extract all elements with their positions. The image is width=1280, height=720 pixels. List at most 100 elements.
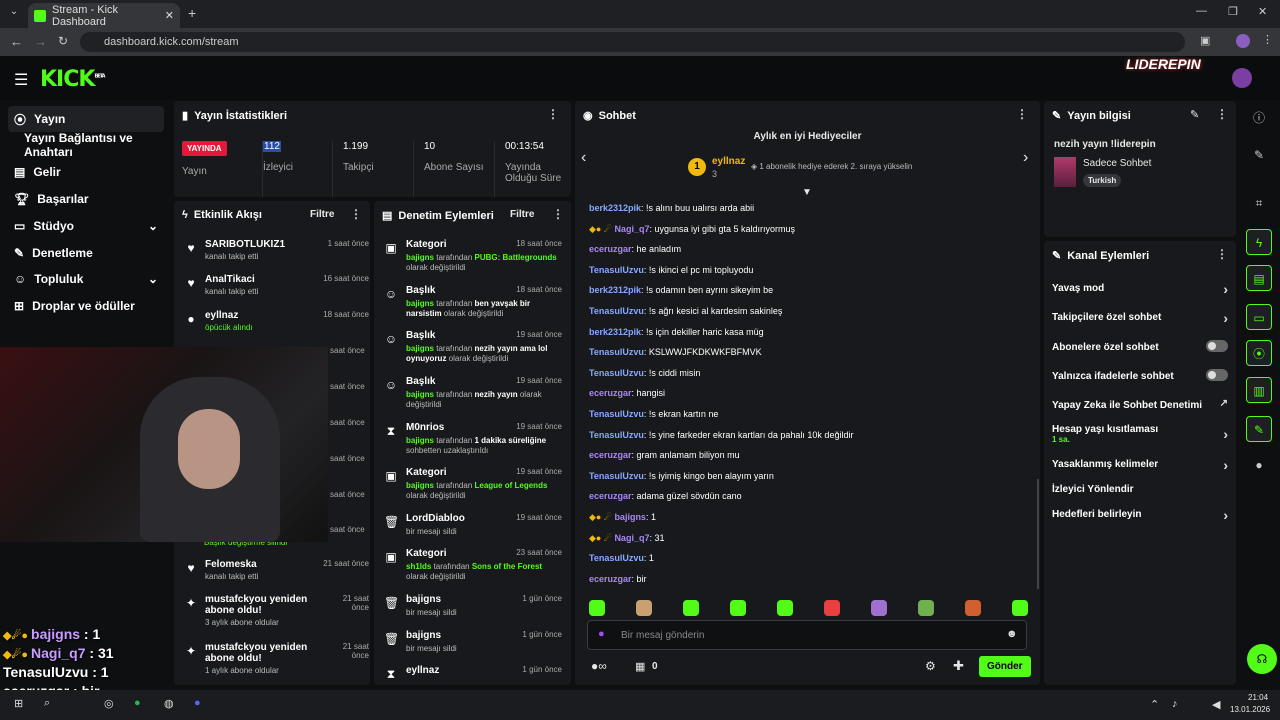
emote-button[interactable] — [777, 600, 793, 616]
broadcast-icon[interactable]: ⦿ — [1246, 340, 1272, 366]
send-button[interactable]: Gönder — [979, 656, 1031, 677]
minimize-icon[interactable]: — — [1196, 5, 1207, 17]
chat-username[interactable]: TenasulUzvu — [589, 265, 644, 275]
emote-button[interactable] — [1012, 600, 1028, 616]
sidebar-item-denetleme[interactable]: ✎ Denetleme — [8, 240, 164, 266]
steam-icon[interactable]: ◍ — [164, 697, 174, 710]
search-icon[interactable]: ⌕ — [44, 697, 50, 710]
chat-username[interactable]: eceruzgar — [589, 388, 632, 398]
chat-username[interactable]: TenasulUzvu — [589, 306, 644, 316]
settings-gear-icon[interactable]: ⚙ — [925, 659, 936, 673]
chat-username[interactable]: TenasulUzvu — [589, 553, 644, 563]
chat-username[interactable]: TenasulUzvu — [589, 368, 644, 378]
obs-icon[interactable]: ◎ — [104, 697, 114, 710]
lightning-icon[interactable]: ϟ — [1246, 229, 1272, 255]
chat-username[interactable]: berk2312pik — [589, 203, 641, 213]
sidebar-item-yayin[interactable]: ⦿ Yayın — [8, 106, 164, 132]
emote-button[interactable] — [683, 600, 699, 616]
tray-chevron-icon[interactable]: ⌃ — [1150, 698, 1159, 711]
points-icon[interactable]: ●∞ — [591, 659, 607, 673]
start-icon[interactable]: ⊞ — [14, 697, 23, 710]
close-window-icon[interactable]: ✕ — [1258, 5, 1267, 18]
info-icon[interactable]: ⓘ — [1246, 105, 1272, 131]
emote-button[interactable] — [589, 600, 605, 616]
slow-mode-item[interactable]: Yavaş mod › — [1052, 281, 1228, 297]
sidebar-item-topluluk[interactable]: ☺ Topluluk ⌄ — [8, 266, 164, 292]
browser-tab[interactable]: Stream - Kick Dashboard ✕ — [28, 3, 180, 28]
sidebar-item-basarilar[interactable]: 🏆︎ Başarılar — [8, 186, 164, 212]
chat-username[interactable]: berk2312pik — [589, 285, 641, 295]
chat-scrollbar[interactable] — [1037, 479, 1039, 589]
edit-icon[interactable]: ✎ — [1246, 142, 1272, 168]
extensions-icon[interactable]: ▣ — [1200, 34, 1210, 47]
sidebar-item-studyo[interactable]: ▭ Stüdyo ⌄ — [8, 213, 164, 239]
sidebar-item-droplar[interactable]: ⊞ Droplar ve ödüller — [8, 293, 164, 319]
chat-username[interactable]: eceruzgar — [589, 574, 632, 584]
goals-item[interactable]: Hedefleri belirleyin › — [1052, 507, 1228, 523]
points-icon[interactable]: ● — [1246, 452, 1272, 478]
chat-username[interactable]: eceruzgar — [589, 450, 632, 460]
close-tab-icon[interactable]: ✕ — [165, 9, 174, 22]
kick-logo[interactable]: KICKBETA — [40, 67, 106, 92]
browser-menu-icon[interactable]: ⋮ — [1262, 33, 1273, 46]
reload-icon[interactable]: ↻ — [58, 34, 68, 48]
sidebar-item-gelir[interactable]: ▤ Gelir — [8, 159, 164, 185]
followers-only-item[interactable]: Takipçilere özel sohbet › — [1052, 310, 1228, 326]
forward-icon[interactable]: → — [34, 34, 47, 49]
emote-button[interactable] — [824, 600, 840, 616]
chat-username[interactable]: eceruzgar — [589, 244, 632, 254]
ai-moderation-item[interactable]: Yapay Zeka ile Sohbet Denetimi ↗ — [1052, 398, 1228, 411]
emote-button[interactable] — [636, 600, 652, 616]
support-chat-icon[interactable]: ☊ — [1247, 644, 1277, 674]
hamburger-menu-icon[interactable]: ☰ — [14, 70, 28, 90]
user-avatar[interactable] — [1232, 68, 1252, 88]
sidebar-item-stream-key[interactable]: Yayın Bağlantısı ve Anahtarı — [8, 131, 174, 159]
moderation-menu-icon[interactable]: ⋮ — [552, 207, 564, 221]
emotes-only-item[interactable]: Yalnızca ifadelerle sohbet — [1052, 369, 1228, 382]
emote-button[interactable] — [918, 600, 934, 616]
banned-words-item[interactable]: Yasaklanmış kelimeler › — [1052, 457, 1228, 473]
mic-icon[interactable]: ● — [598, 628, 605, 640]
activity-menu-icon[interactable]: ⋮ — [350, 207, 362, 221]
new-tab-icon[interactable]: + — [188, 5, 196, 21]
maximize-icon[interactable]: ❐ — [1228, 5, 1238, 18]
account-age-item[interactable]: Hesap yaşı kısıtlaması 1 sa. › — [1052, 424, 1228, 444]
tab-menu-icon[interactable]: ⌄ — [6, 6, 22, 22]
chat-username[interactable]: eceruzgar — [589, 491, 632, 501]
moderation-filter-button[interactable]: Filtre — [510, 209, 534, 220]
stream-info-menu-icon[interactable]: ⋮ — [1216, 107, 1228, 121]
stats-menu-icon[interactable]: ⋮ — [547, 107, 559, 121]
emotes-only-toggle[interactable] — [1206, 369, 1228, 381]
chat-username[interactable]: TenasulUzvu — [589, 471, 644, 481]
subs-only-toggle[interactable] — [1206, 340, 1228, 352]
crop-icon[interactable]: ⌗ — [1246, 190, 1272, 216]
channel-actions-menu-icon[interactable]: ⋮ — [1216, 247, 1228, 261]
back-icon[interactable]: ← — [10, 34, 23, 49]
profile-avatar[interactable] — [1236, 34, 1250, 48]
subs-only-item[interactable]: Abonelere özel sohbet — [1052, 340, 1228, 353]
chat-username[interactable]: bajigns — [614, 512, 646, 522]
chat-username[interactable]: Nagi_q7 — [614, 224, 649, 234]
spotify-icon[interactable]: ● — [134, 697, 141, 709]
edit-pencil-icon[interactable]: ✎ — [1190, 108, 1199, 121]
list-icon[interactable]: ▤ — [1246, 265, 1272, 291]
emote-button[interactable] — [965, 600, 981, 616]
discord-icon[interactable]: ● — [194, 697, 201, 709]
chat-username[interactable]: TenasulUzvu — [589, 347, 644, 357]
chat-username[interactable]: Nagi_q7 — [614, 533, 649, 543]
wrench-icon[interactable]: ✎ — [1246, 416, 1272, 442]
emote-button[interactable] — [871, 600, 887, 616]
mod-tools-icon[interactable]: ✚ — [953, 658, 964, 674]
raid-item[interactable]: İzleyici Yönlendir — [1052, 484, 1228, 495]
chat-username[interactable]: TenasulUzvu — [589, 430, 644, 440]
activity-filter-button[interactable]: Filtre — [310, 209, 334, 220]
chat-input[interactable]: ● Bir mesaj gönderin ☻ — [587, 620, 1027, 650]
speaker-icon[interactable]: ◀ — [1212, 698, 1220, 711]
chat-username[interactable]: berk2312pik — [589, 327, 641, 337]
url-input[interactable]: dashboard.kick.com/stream — [80, 32, 1185, 52]
layout-icon[interactable]: ▥ — [1246, 377, 1272, 403]
emote-button[interactable] — [730, 600, 746, 616]
mic-tray-icon[interactable]: ♪ — [1172, 698, 1178, 710]
emoji-icon[interactable]: ☻ — [1006, 628, 1018, 640]
chat-username[interactable]: TenasulUzvu — [589, 409, 644, 419]
